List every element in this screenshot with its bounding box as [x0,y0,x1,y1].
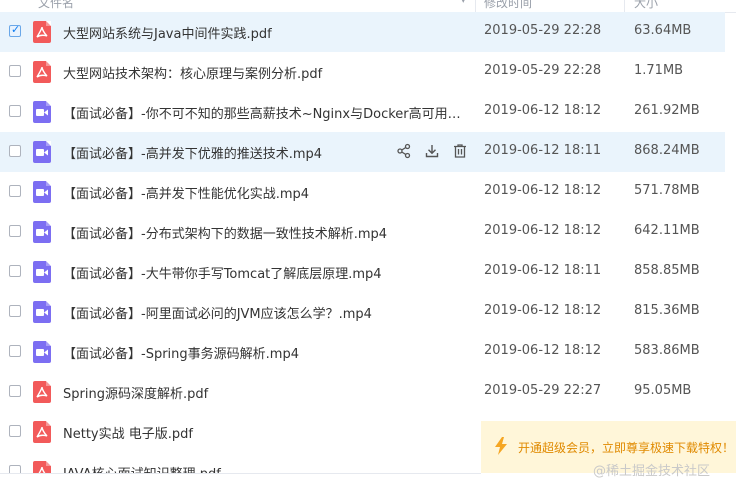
row-checkbox[interactable] [9,185,21,197]
file-date: 2019-06-12 18:11 [484,263,602,278]
file-date: 2019-05-29 22:28 [484,23,602,38]
file-size: 95.05MB [634,383,692,398]
file-row[interactable]: 【面试必备】-你不可不知的那些高薪技术~Nginx与Docker高可用集群实..… [0,92,725,132]
download-icon[interactable] [424,143,440,159]
pdf-file-icon [33,21,51,43]
video-file-icon [33,341,51,363]
file-date: 2019-06-12 18:12 [484,343,602,358]
file-date: 2019-06-12 18:12 [484,303,602,318]
file-name[interactable]: 大型网站技术架构：核心原理与案例分析.pdf [63,63,322,82]
row-checkbox[interactable] [9,65,21,77]
file-name[interactable]: 【面试必备】-高并发下优雅的推送技术.mp4 [63,143,322,162]
video-file-icon [33,101,51,123]
row-checkbox[interactable] [9,145,21,157]
column-header-name[interactable]: 文件名 [38,0,74,11]
row-checkbox[interactable] [9,345,21,357]
file-name[interactable]: 大型网站系统与Java中间件实践.pdf [63,23,272,42]
file-size: 261.92MB [634,103,700,118]
row-checkbox[interactable] [9,105,21,117]
file-size: 1.71MB [634,63,684,78]
row-checkbox[interactable]: ✓ [9,23,21,37]
file-date: 2019-06-12 18:11 [484,143,602,158]
file-name[interactable]: Netty实战 电子版.pdf [63,423,193,442]
file-row[interactable]: Spring源码深度解析.pdf 2019-05-29 22:27 95.05M… [0,372,725,412]
column-header-size[interactable]: 大小 [634,0,658,11]
file-date: 2019-06-12 18:12 [484,103,602,118]
file-date: 2019-06-12 18:12 [484,183,602,198]
file-row[interactable]: 【面试必备】-阿里面试必问的JVM应该怎么学？.mp4 2019-06-12 1… [0,292,725,332]
file-date: 2019-05-29 22:27 [484,383,602,398]
file-size: 63.64MB [634,23,692,38]
checkmark-icon: ✓ [11,23,21,36]
pdf-file-icon [33,61,51,83]
file-size: 815.36MB [634,303,700,318]
row-checkbox[interactable] [9,225,21,237]
pdf-file-icon [33,421,51,443]
file-row[interactable]: 【面试必备】-高并发下优雅的推送技术.mp4 2019-06-12 18:11 … [0,132,725,172]
file-name[interactable]: 【面试必备】-分布式架构下的数据一致性技术解析.mp4 [63,223,387,242]
file-name[interactable]: JAVA核心面试知识整理.pdf [63,463,221,473]
promo-text[interactable]: 开通超级会员，立即尊享极速下载特权！ [518,439,734,456]
share-icon[interactable] [396,143,412,159]
row-checkbox[interactable] [9,385,21,397]
file-row[interactable]: 【面试必备】-高并发下性能优化实战.mp4 2019-06-12 18:12 5… [0,172,725,212]
column-divider[interactable] [475,0,476,12]
video-file-icon [33,301,51,323]
video-file-icon [33,221,51,243]
column-header-date[interactable]: 修改时间 [484,0,532,11]
list-bottom-border [0,473,481,474]
file-size: 571.78MB [634,183,700,198]
file-size: 858.85MB [634,263,700,278]
file-date: 2019-05-29 22:28 [484,63,602,78]
pdf-file-icon [33,461,51,473]
file-date: 2019-06-12 18:12 [484,223,602,238]
column-divider[interactable] [624,0,625,12]
watermark: @稀土掘金技术社区 [593,464,711,479]
file-name[interactable]: Spring源码深度解析.pdf [63,383,208,402]
sort-arrow-icon[interactable]: ▾ [461,0,466,6]
file-name[interactable]: 【面试必备】-大牛带你手写Tomcat了解底层原理.mp4 [63,263,382,282]
video-file-icon [33,261,51,283]
file-name[interactable]: 【面试必备】-Spring事务源码解析.mp4 [63,343,299,362]
row-checkbox[interactable] [9,305,21,317]
file-name[interactable]: 【面试必备】-你不可不知的那些高薪技术~Nginx与Docker高可用集群实..… [63,103,463,122]
file-row[interactable]: 大型网站技术架构：核心原理与案例分析.pdf 2019-05-29 22:28 … [0,52,725,92]
file-size: 642.11MB [634,223,700,238]
file-name[interactable]: 【面试必备】-阿里面试必问的JVM应该怎么学？.mp4 [63,303,372,322]
row-checkbox[interactable] [9,265,21,277]
lightning-icon [495,437,507,459]
file-row[interactable]: 【面试必备】-Spring事务源码解析.mp4 2019-06-12 18:12… [0,332,725,372]
pdf-file-icon [33,381,51,403]
row-checkbox[interactable] [9,425,21,437]
video-file-icon [33,181,51,203]
trash-icon[interactable] [452,143,468,159]
file-row[interactable]: 【面试必备】-大牛带你手写Tomcat了解底层原理.mp4 2019-06-12… [0,252,725,292]
file-row[interactable]: ✓ 大型网站系统与Java中间件实践.pdf 2019-05-29 22:28 … [0,12,725,52]
video-file-icon [33,141,51,163]
file-name[interactable]: 【面试必备】-高并发下性能优化实战.mp4 [63,183,309,202]
file-size: 868.24MB [634,143,700,158]
row-checkbox[interactable] [9,465,21,473]
file-row[interactable]: 【面试必备】-分布式架构下的数据一致性技术解析.mp4 2019-06-12 1… [0,212,725,252]
file-size: 583.86MB [634,343,700,358]
